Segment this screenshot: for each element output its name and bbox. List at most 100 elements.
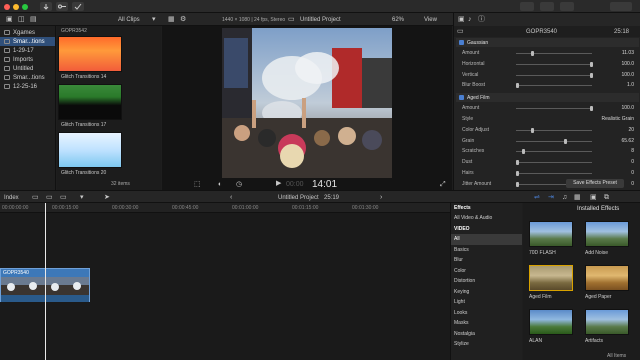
timecode-display[interactable]: 14:01: [312, 179, 337, 190]
param-slider[interactable]: [516, 108, 592, 110]
param-value[interactable]: 0: [594, 159, 634, 165]
timeline[interactable]: GOPR3540: [0, 203, 450, 360]
clip-filter-select[interactable]: All Clips: [118, 17, 140, 23]
param-slider-knob[interactable]: [590, 61, 593, 67]
param-value[interactable]: 100.0: [594, 72, 634, 78]
effect-tile-add-noise[interactable]: [585, 221, 629, 247]
minimize-window-button[interactable]: [13, 4, 19, 10]
effect-header[interactable]: Aged Film: [456, 93, 639, 103]
inspector-toggle-button[interactable]: [560, 2, 574, 11]
sidebar-item-imports[interactable]: Imports: [0, 55, 55, 64]
param-value[interactable]: Realistic Grain: [594, 116, 634, 122]
speed-icon[interactable]: ◷: [236, 181, 242, 188]
effect-tile-alan[interactable]: [529, 309, 573, 335]
playhead[interactable]: [45, 203, 46, 360]
timeline-toggle-button[interactable]: [540, 2, 554, 11]
index-button[interactable]: Index: [4, 195, 19, 201]
clip-thumbnail-glitch-14[interactable]: [58, 36, 122, 72]
effects-category-all-video-audio[interactable]: All Video & Audio: [451, 213, 522, 224]
transitions-browser-icon[interactable]: ⧉: [604, 194, 609, 201]
sidebar-item-untitled[interactable]: Untitled: [0, 64, 55, 73]
skimming-icon[interactable]: ⇌: [534, 194, 540, 201]
clip-appearance-icon[interactable]: ▦: [574, 194, 581, 201]
effects-category-basics[interactable]: Basics: [451, 245, 522, 256]
effects-category-stylize[interactable]: Stylize: [451, 339, 522, 350]
param-slider-knob[interactable]: [530, 51, 534, 56]
param-slider[interactable]: [516, 173, 592, 174]
color-board-icon[interactable]: ◐: [218, 181, 222, 188]
sidebar-item-smart-collections-2[interactable]: Smar...tions: [0, 73, 55, 82]
clip-thumbnail-glitch-20[interactable]: [58, 132, 122, 168]
filmstrip-icon[interactable]: ▦: [168, 16, 175, 23]
import-button[interactable]: [40, 2, 52, 11]
library-icon[interactable]: ▣: [6, 16, 13, 23]
param-value[interactable]: 100.0: [594, 61, 634, 67]
zoom-window-button[interactable]: [22, 4, 28, 10]
param-value[interactable]: 11.03: [594, 50, 634, 56]
forward-icon[interactable]: ›: [380, 194, 382, 201]
param-slider-knob[interactable]: [590, 72, 593, 78]
photos-icon[interactable]: ◫: [18, 16, 25, 23]
titles-icon[interactable]: ▤: [30, 16, 37, 23]
zoom-select[interactable]: 62%: [392, 17, 404, 23]
param-value[interactable]: 20: [594, 127, 634, 133]
save-effects-preset-button[interactable]: Save Effects Preset: [566, 179, 624, 188]
timeline-ruler[interactable]: 00:00:00:00 00:00:15:00 00:00:30:00 00:0…: [0, 203, 450, 213]
param-slider[interactable]: [516, 53, 592, 54]
param-slider-knob[interactable]: [516, 181, 519, 187]
effect-tile-artifacts[interactable]: [585, 309, 629, 335]
clip-thumbnail-glitch-17[interactable]: [58, 84, 122, 120]
effects-category-blur[interactable]: Blur: [451, 255, 522, 266]
play-icon[interactable]: ▶: [276, 180, 281, 187]
close-window-button[interactable]: [4, 4, 10, 10]
settings-icon[interactable]: ⚙: [180, 16, 186, 23]
select-tool-icon[interactable]: ➤: [104, 194, 110, 201]
effects-category-color[interactable]: Color: [451, 266, 522, 277]
effect-enabled-checkbox[interactable]: [459, 95, 464, 101]
info-inspector-icon[interactable]: ⓘ: [478, 16, 485, 23]
param-slider-knob[interactable]: [516, 171, 519, 176]
effect-enabled-checkbox[interactable]: [459, 40, 464, 45]
param-slider[interactable]: [516, 140, 592, 142]
back-icon[interactable]: ‹: [230, 194, 232, 201]
param-slider[interactable]: [516, 129, 592, 131]
param-slider[interactable]: [516, 74, 592, 76]
append-icon[interactable]: ▭: [32, 194, 39, 201]
effects-category-masks[interactable]: Masks: [451, 318, 522, 329]
sidebar-item-1-29-17[interactable]: 1-29-17: [0, 46, 55, 55]
connect-icon[interactable]: ▾: [80, 194, 84, 201]
param-slider-knob[interactable]: [530, 127, 534, 133]
effect-tile-70d-flash[interactable]: [529, 221, 573, 247]
effect-header[interactable]: Gaussian: [456, 38, 639, 47]
video-frame[interactable]: [222, 28, 392, 178]
effects-category-looks[interactable]: Looks: [451, 308, 522, 319]
param-slider-knob[interactable]: [564, 138, 568, 144]
param-value[interactable]: 1.0: [594, 82, 634, 88]
sidebar-item-smart-collections[interactable]: Smar...tions: [0, 37, 55, 46]
sidebar-item-xgames[interactable]: Xgames: [0, 28, 55, 37]
snapping-icon[interactable]: ⇥: [548, 194, 554, 201]
video-inspector-icon[interactable]: ▣: [458, 16, 465, 23]
param-value[interactable]: 8: [594, 148, 634, 154]
param-value[interactable]: 100.0: [594, 105, 634, 111]
insert-icon[interactable]: ▭: [46, 194, 53, 201]
effects-category-all[interactable]: All: [451, 234, 522, 245]
sidebar-item-12-25-16[interactable]: 12-25-16: [0, 82, 55, 91]
param-value[interactable]: 65.62: [594, 138, 634, 144]
effects-category-distortion[interactable]: Distortion: [451, 276, 522, 287]
view-menu[interactable]: View: [424, 17, 437, 23]
effects-category-keying[interactable]: Keying: [451, 287, 522, 298]
param-slider-knob[interactable]: [516, 83, 519, 89]
param-slider-knob[interactable]: [521, 149, 525, 155]
param-slider-knob[interactable]: [590, 106, 593, 112]
transform-icon[interactable]: ⬚: [194, 181, 201, 188]
libraries-toggle-button[interactable]: [520, 2, 534, 11]
keyword-button[interactable]: [56, 2, 68, 11]
effect-tile-aged-film[interactable]: [529, 265, 573, 291]
param-slider[interactable]: [516, 85, 592, 87]
audio-inspector-icon[interactable]: ♪: [468, 16, 472, 23]
fullscreen-icon[interactable]: ⤢: [440, 181, 446, 188]
share-button[interactable]: [610, 2, 632, 11]
overwrite-icon[interactable]: ▭: [60, 194, 67, 201]
param-slider[interactable]: [516, 63, 592, 65]
